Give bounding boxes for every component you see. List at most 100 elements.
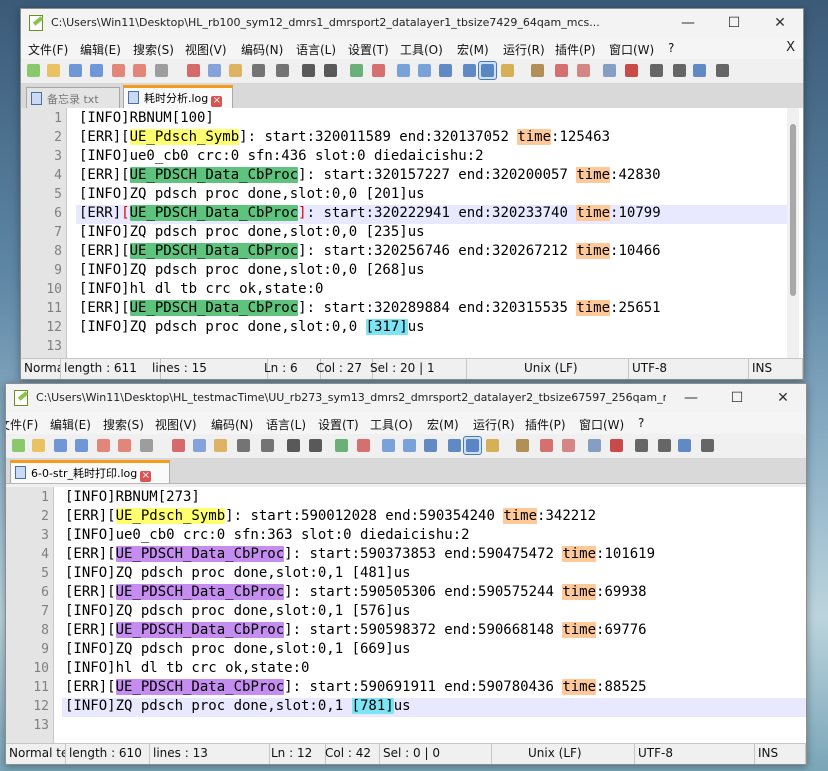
- tab-close-icon[interactable]: ×: [140, 471, 152, 482]
- print-icon[interactable]: [138, 437, 155, 454]
- menu-n[interactable]: 编码(N): [241, 41, 283, 58]
- sync-vertical-icon[interactable]: [395, 62, 412, 79]
- sync-vertical-icon[interactable]: [380, 437, 397, 454]
- monitor-icon[interactable]: [586, 437, 603, 454]
- code-line[interactable]: [INFO]ZQ pdsch proc done,slot:0,1 [576]u…: [62, 603, 806, 622]
- close-icon[interactable]: [110, 62, 127, 79]
- sync-horizontal-icon[interactable]: [416, 62, 433, 79]
- code-line[interactable]: [INFO]ZQ pdsch proc done,slot:0,0 [201]u…: [76, 186, 787, 205]
- play-macro-icon[interactable]: [671, 62, 688, 79]
- folder-workspace-icon[interactable]: [575, 62, 592, 79]
- monitor-icon[interactable]: [601, 62, 618, 79]
- code-line[interactable]: [ERR][UE_PDSCH_Data_CbProc]: start:32028…: [76, 300, 787, 319]
- function-list-icon[interactable]: [553, 62, 570, 79]
- code-line[interactable]: [ERR][UE_PDSCH_Data_CbProc]: start:32025…: [76, 243, 787, 262]
- find-icon[interactable]: [300, 62, 317, 79]
- close-button[interactable]: ✕: [760, 384, 806, 412]
- close-button[interactable]: ✕: [757, 9, 803, 37]
- menu-l[interactable]: 语言(L): [266, 416, 306, 433]
- code-line[interactable]: [62, 717, 806, 736]
- udl-icon[interactable]: [499, 62, 516, 79]
- word-wrap-icon[interactable]: [422, 437, 439, 454]
- menu-item[interactable]: ?: [638, 416, 644, 430]
- save-all-icon[interactable]: [88, 62, 105, 79]
- menu-t[interactable]: 设置(T): [318, 416, 359, 433]
- editor[interactable]: 1 2 3 4 5 6 7 8 9 10 11 12 13 [INFO]RBNUM[273] [ERR][…: [6, 487, 806, 743]
- code-line[interactable]: [ERR][UE_PDSCH_Data_CbProc]: start:32015…: [76, 167, 787, 186]
- close-all-icon[interactable]: [116, 437, 133, 454]
- code-line[interactable]: [INFO]ue0_cb0 crc:0 sfn:363 slot:0 dieda…: [62, 527, 806, 546]
- menu-l[interactable]: 语言(L): [296, 41, 336, 58]
- word-wrap-icon[interactable]: [437, 62, 454, 79]
- code-line[interactable]: [ERR][UE_Pdsch_Symb]: start:320011589 en…: [76, 129, 787, 148]
- menu-n[interactable]: 编码(N): [211, 416, 253, 433]
- play-macro-icon[interactable]: [656, 437, 673, 454]
- tab-1[interactable]: 6-0-str_耗时打印.log ×: [10, 460, 170, 483]
- replace-icon[interactable]: [307, 437, 324, 454]
- sync-horizontal-icon[interactable]: [401, 437, 418, 454]
- menu-f[interactable]: 文件(F): [28, 41, 68, 58]
- save-macro-icon[interactable]: [714, 62, 731, 79]
- editor[interactable]: 1 2 3 4 5 6 7 8 9 10 11 12 13 [INFO]RBNUM[100] [ERR][…: [21, 108, 803, 358]
- scrollbar-thumb[interactable]: [790, 124, 796, 296]
- code-line[interactable]: [INFO]ZQ pdsch proc done,slot:0,0 [317]u…: [76, 319, 787, 338]
- zoom-out-icon[interactable]: [370, 62, 387, 79]
- maximize-button[interactable]: ☐: [711, 9, 757, 37]
- undo-icon[interactable]: [250, 62, 267, 79]
- code-line[interactable]: [ERR][UE_Pdsch_Symb]: start:590012028 en…: [62, 508, 806, 527]
- maximize-button[interactable]: ☐: [714, 384, 760, 412]
- stop-macro-icon[interactable]: [633, 437, 650, 454]
- show-all-chars-icon[interactable]: [461, 62, 478, 79]
- print-icon[interactable]: [153, 62, 170, 79]
- menu-v[interactable]: 视图(V): [185, 41, 227, 58]
- record-macro-icon[interactable]: [608, 437, 625, 454]
- zoom-in-icon[interactable]: [348, 62, 365, 79]
- record-macro-icon[interactable]: [623, 62, 640, 79]
- menu-w[interactable]: 窗口(W): [609, 41, 654, 58]
- code-line[interactable]: [INFO]RBNUM[273]: [62, 489, 806, 508]
- code-line[interactable]: [ERR][UE_PDSCH_Data_CbProc]: start:59069…: [62, 679, 806, 698]
- menu-o[interactable]: 工具(O): [370, 416, 413, 433]
- menu-r[interactable]: 运行(R): [503, 41, 545, 58]
- code-line[interactable]: [ERR][UE_PDSCH_Data_CbProc]: start:59059…: [62, 622, 806, 641]
- minimize-button[interactable]: —: [668, 384, 714, 412]
- tab-2[interactable]: 耗时分析.log ×: [123, 85, 233, 108]
- tab-close-icon[interactable]: ×: [211, 96, 223, 107]
- save-icon[interactable]: [52, 437, 69, 454]
- zoom-in-icon[interactable]: [333, 437, 350, 454]
- zoom-out-icon[interactable]: [355, 437, 372, 454]
- close-icon[interactable]: [95, 437, 112, 454]
- indent-guide-icon[interactable]: [478, 61, 497, 80]
- folder-workspace-icon[interactable]: [560, 437, 577, 454]
- menu-s[interactable]: 搜索(S): [133, 41, 174, 58]
- save-all-icon[interactable]: [73, 437, 90, 454]
- copy-icon[interactable]: [206, 62, 223, 79]
- undo-icon[interactable]: [235, 437, 252, 454]
- menu-m[interactable]: 宏(M): [457, 41, 489, 58]
- code-line[interactable]: [INFO]ZQ pdsch proc done,slot:0,1 [669]u…: [62, 641, 806, 660]
- menu-e[interactable]: 编辑(E): [80, 41, 121, 58]
- paste-icon[interactable]: [227, 62, 244, 79]
- menu-w[interactable]: 窗口(W): [579, 416, 624, 433]
- function-list-icon[interactable]: [538, 437, 555, 454]
- code-line[interactable]: [INFO]ue0_cb0 crc:0 sfn:436 slot:0 dieda…: [76, 148, 787, 167]
- code-line[interactable]: [ERR][UE_PDSCH_Data_CbProc]: start:59050…: [62, 584, 806, 603]
- run-macro-multiple-icon[interactable]: [691, 62, 708, 79]
- menu-m[interactable]: 宏(M): [427, 416, 459, 433]
- menu-e[interactable]: 编辑(E): [50, 416, 91, 433]
- code-line[interactable]: [76, 338, 787, 357]
- save-macro-icon[interactable]: [699, 437, 716, 454]
- code-line[interactable]: [INFO]hl dl tb crc ok,state:0: [76, 281, 787, 300]
- code-line[interactable]: [INFO]ZQ pdsch proc done,slot:0,0 [235]u…: [76, 224, 787, 243]
- code-line[interactable]: [INFO]hl dl tb crc ok,state:0: [62, 660, 806, 679]
- menu-t[interactable]: 设置(T): [348, 41, 389, 58]
- tab-1[interactable]: 备忘录 txt: [26, 87, 120, 108]
- current-line[interactable]: [ERR][UE_PDSCH_Data_CbProc]: start:32022…: [76, 205, 787, 224]
- menu-v[interactable]: 视图(V): [155, 416, 197, 433]
- open-file-icon[interactable]: [45, 62, 62, 79]
- new-file-icon[interactable]: [25, 62, 42, 79]
- cut-icon[interactable]: [185, 62, 202, 79]
- redo-icon[interactable]: [274, 62, 291, 79]
- redo-icon[interactable]: [259, 437, 276, 454]
- menu-p[interactable]: 插件(P): [555, 41, 596, 58]
